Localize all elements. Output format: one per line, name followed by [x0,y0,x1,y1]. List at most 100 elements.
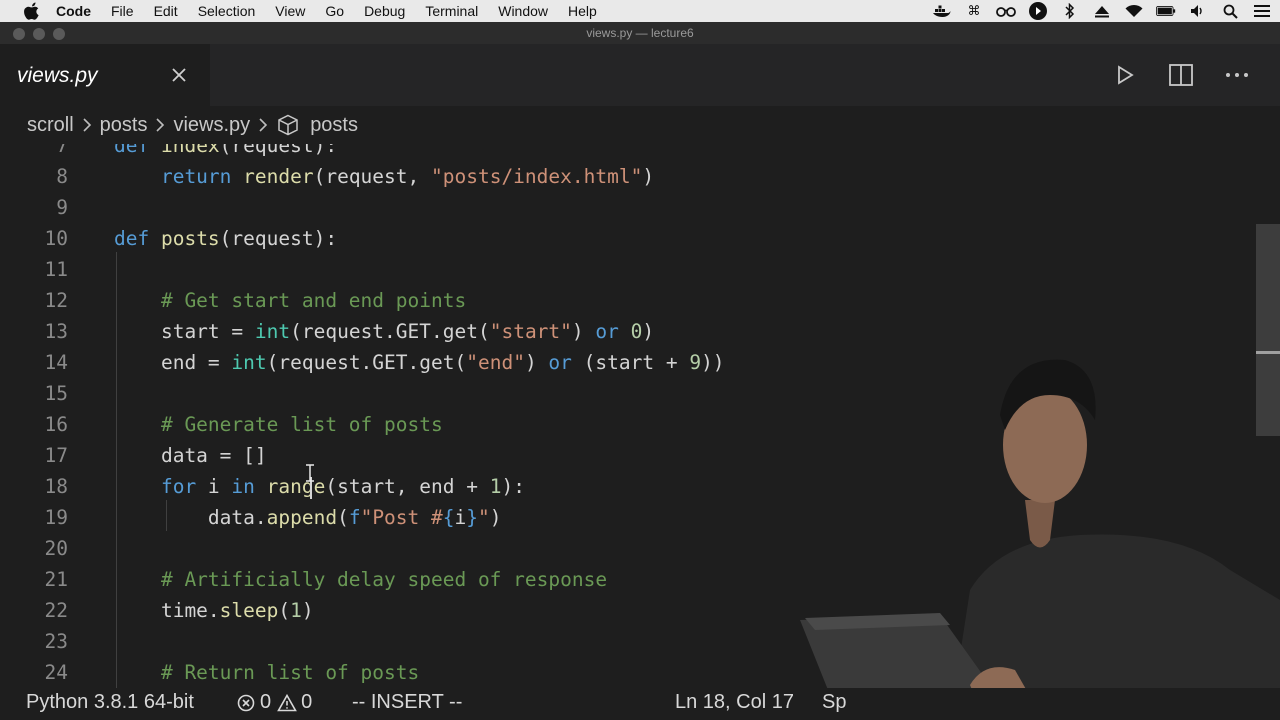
menu-help[interactable]: Help [568,3,597,19]
code-token: (request, [313,165,431,188]
command-icon[interactable]: ⌘ [964,3,984,19]
tab-label: views.py [17,64,98,87]
wifi-icon[interactable] [1124,3,1144,19]
tab-views-py[interactable]: views.py [0,44,210,106]
code-token: ): [501,475,525,498]
line-number: 8 [56,165,68,188]
code-token: ) [301,599,314,622]
run-file-icon[interactable] [1112,62,1138,88]
line-code: def posts(request): [114,223,337,254]
code-line[interactable]: 8 return render(request, "posts/index.ht… [0,161,1250,192]
code-token: "posts/index.html" [431,165,643,188]
code-line[interactable]: 12 # Get start and end points [0,285,1250,316]
error-icon [236,693,256,713]
cube-icon [276,113,300,137]
more-actions-icon[interactable] [1224,62,1250,88]
apple-logo-icon[interactable] [22,1,42,21]
code-token: or [595,320,619,343]
code-token: for [114,475,197,498]
menu-file[interactable]: File [111,3,134,19]
code-token: def [114,227,161,250]
code-token: (request.GET.get( [290,320,490,343]
cursor-position[interactable]: Ln 18, Col 17 [675,691,794,714]
code-token: (request): [219,144,338,157]
code-token: in [231,475,255,498]
problems-indicator[interactable]: 0 0 [236,691,312,714]
warning-count: 0 [301,691,313,713]
code-token: ) [489,506,502,529]
line-number: 20 [44,537,68,560]
code-token: int [231,351,267,374]
breadcrumb-item-posts-function[interactable]: posts [310,114,358,137]
code-token: or [548,351,572,374]
mouse-ibeam-icon [306,464,314,482]
code-token: render [243,165,314,188]
code-token: )) [701,351,725,374]
volume-icon[interactable] [1188,3,1208,19]
code-token: 0 [630,320,643,343]
code-token: ) [571,320,596,343]
menu-debug[interactable]: Debug [364,3,405,19]
breadcrumb-item-views-py[interactable]: views.py [173,114,250,137]
code-token: 1 [290,599,302,622]
menu-app-code[interactable]: Code [56,3,91,19]
line-number: 24 [44,661,68,684]
code-line[interactable]: 10 def posts(request): [0,223,1250,254]
chevron-right-icon [77,115,97,135]
code-line[interactable]: 7 def index(request): [0,144,1250,161]
code-token: # Get start and end points [114,289,467,312]
menu-edit[interactable]: Edit [154,3,178,19]
menu-go[interactable]: Go [325,3,344,19]
line-number: 15 [44,382,68,405]
menu-terminal[interactable]: Terminal [425,3,478,19]
line-code: end = int(request.GET.get("end") or (sta… [114,347,725,378]
menu-window[interactable]: Window [498,3,548,19]
code-token: sleep [219,599,279,622]
indentation-setting[interactable]: Sp [822,691,846,714]
breadcrumb-item-scroll[interactable]: scroll [27,114,74,137]
code-token: ) [642,165,655,188]
airplay-icon[interactable] [1092,3,1112,19]
line-number: 12 [44,289,68,312]
code-token: start = [114,320,255,343]
code-token: data. [114,506,267,529]
breadcrumb: scroll posts views.py posts [0,106,1280,144]
status-bar: Python 3.8.1 64-bit 0 0 -- INSERT -- Ln … [0,688,1280,720]
close-icon[interactable] [168,64,190,86]
line-code: # Get start and end points [114,285,466,316]
line-code: # Artificially delay speed of response [114,564,607,595]
media-play-icon[interactable] [1028,2,1048,20]
battery-icon[interactable] [1156,3,1176,19]
presenter-video-overlay [800,359,1280,720]
glasses-icon[interactable] [996,3,1016,19]
docker-icon[interactable] [932,3,952,19]
code-token: "start" [489,320,572,343]
editor-tab-bar: views.py [0,44,1280,106]
code-token: ( [278,599,291,622]
breadcrumb-item-posts[interactable]: posts [100,114,148,137]
split-editor-icon[interactable] [1168,62,1194,88]
line-code: def index(request): [114,144,337,161]
line-code: data.append(f"Post #{i}") [114,502,502,533]
code-token: ) [524,351,549,374]
python-interpreter[interactable]: Python 3.8.1 64-bit [26,691,194,714]
search-icon[interactable] [1220,3,1240,19]
code-line[interactable]: 11 [0,254,1250,285]
error-count: 0 [260,691,272,713]
line-code: return render(request, "posts/index.html… [114,161,654,192]
menu-status-area: ⌘ [932,0,1272,22]
line-number: 7 [56,144,68,157]
code-token: end = [114,351,232,374]
menu-selection[interactable]: Selection [198,3,256,19]
bluetooth-icon[interactable] [1060,3,1080,19]
line-code: # Return list of posts [114,657,419,688]
menu-view[interactable]: View [275,3,305,19]
code-token: } [466,506,479,529]
line-number: 17 [44,444,68,467]
line-number: 22 [44,599,68,622]
list-icon[interactable] [1252,3,1272,19]
vim-mode: -- INSERT -- [352,691,463,713]
code-line[interactable]: 9 [0,192,1250,223]
